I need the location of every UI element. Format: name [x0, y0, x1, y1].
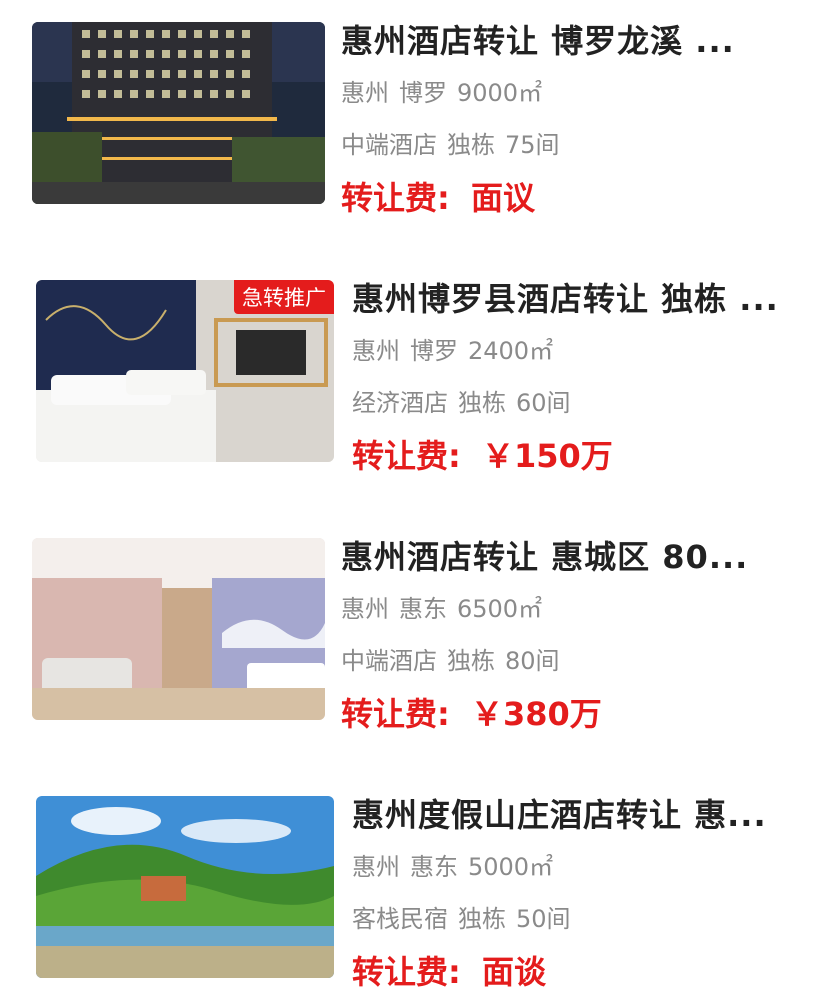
room-count: 75间	[505, 131, 560, 159]
building-type: 独栋	[447, 647, 495, 675]
price-label: 转让费:	[352, 953, 461, 991]
transfer-fee: 转让费: 面议	[341, 173, 535, 219]
resort-landscape-image	[36, 796, 334, 978]
hotel-room-image	[32, 538, 325, 720]
hotel-grade: 经济酒店	[352, 389, 448, 417]
transfer-fee: 转让费: ￥150万	[352, 431, 613, 477]
hotel-grade: 客栈民宿	[352, 905, 448, 933]
listing-card-1[interactable]: 惠州酒店转让 博罗龙溪 ... 惠州 博罗 9000㎡ 中端酒店 独栋 75间 转让费:…	[0, 0, 828, 258]
area: 2400㎡	[468, 337, 554, 365]
hotel-type-rooms: 客栈民宿 独栋 50间	[352, 899, 571, 934]
price-value: 面谈	[481, 953, 546, 991]
hotel-room-image: 急转推广	[36, 280, 334, 462]
location-area: 惠州 惠东 6500㎡	[341, 589, 542, 624]
price-label: 转让费:	[341, 179, 450, 217]
location-area: 惠州 惠东 5000㎡	[352, 847, 553, 882]
listing-card-4[interactable]: 惠州度假山庄酒店转让 惠... 惠州 惠东 5000㎡ 客栈民宿 独栋 50间 转让费:…	[0, 774, 828, 1003]
price-value: ￥380万	[470, 695, 602, 733]
listing-title[interactable]: 惠州酒店转让 惠城区 80...	[341, 532, 748, 578]
room-count: 60间	[516, 389, 571, 417]
building-type: 独栋	[458, 389, 506, 417]
district: 博罗	[399, 79, 447, 107]
location-area: 惠州 博罗 9000㎡	[341, 73, 542, 108]
hotel-grade: 中端酒店	[341, 131, 437, 159]
area: 5000㎡	[468, 853, 554, 881]
listing-title[interactable]: 惠州博罗县酒店转让 独栋 ...	[352, 274, 779, 320]
listing-title[interactable]: 惠州酒店转让 博罗龙溪 ...	[341, 16, 735, 62]
district: 惠东	[410, 853, 458, 881]
hotel-grade: 中端酒店	[341, 647, 437, 675]
district: 博罗	[410, 337, 458, 365]
hotel-type-rooms: 中端酒店 独栋 80间	[341, 641, 560, 676]
building-type: 独栋	[458, 905, 506, 933]
promotion-badge: 急转推广	[234, 280, 334, 314]
district: 惠东	[399, 595, 447, 623]
price-label: 转让费:	[352, 437, 461, 475]
hotel-type-rooms: 经济酒店 独栋 60间	[352, 383, 571, 418]
building-type: 独栋	[447, 131, 495, 159]
city: 惠州	[352, 853, 400, 881]
price-value: ￥150万	[481, 437, 613, 475]
area: 6500㎡	[457, 595, 543, 623]
hotel-exterior-image	[32, 22, 325, 204]
price-label: 转让费:	[341, 695, 450, 733]
listing-title[interactable]: 惠州度假山庄酒店转让 惠...	[352, 790, 767, 836]
location-area: 惠州 博罗 2400㎡	[352, 331, 553, 366]
city: 惠州	[341, 79, 389, 107]
city: 惠州	[341, 595, 389, 623]
hotel-type-rooms: 中端酒店 独栋 75间	[341, 125, 560, 160]
city: 惠州	[352, 337, 400, 365]
listing-card-2[interactable]: 急转推广 惠州博罗县酒店转让 独栋 ... 惠州 博罗 2400㎡ 经济酒店 独栋 60…	[0, 258, 828, 516]
listing-card-3[interactable]: 惠州酒店转让 惠城区 80... 惠州 惠东 6500㎡ 中端酒店 独栋 80间 转让费…	[0, 516, 828, 774]
room-count: 80间	[505, 647, 560, 675]
transfer-fee: 转让费: ￥380万	[341, 689, 602, 735]
transfer-fee: 转让费: 面谈	[352, 947, 546, 993]
room-count: 50间	[516, 905, 571, 933]
area: 9000㎡	[457, 79, 543, 107]
price-value: 面议	[470, 179, 535, 217]
